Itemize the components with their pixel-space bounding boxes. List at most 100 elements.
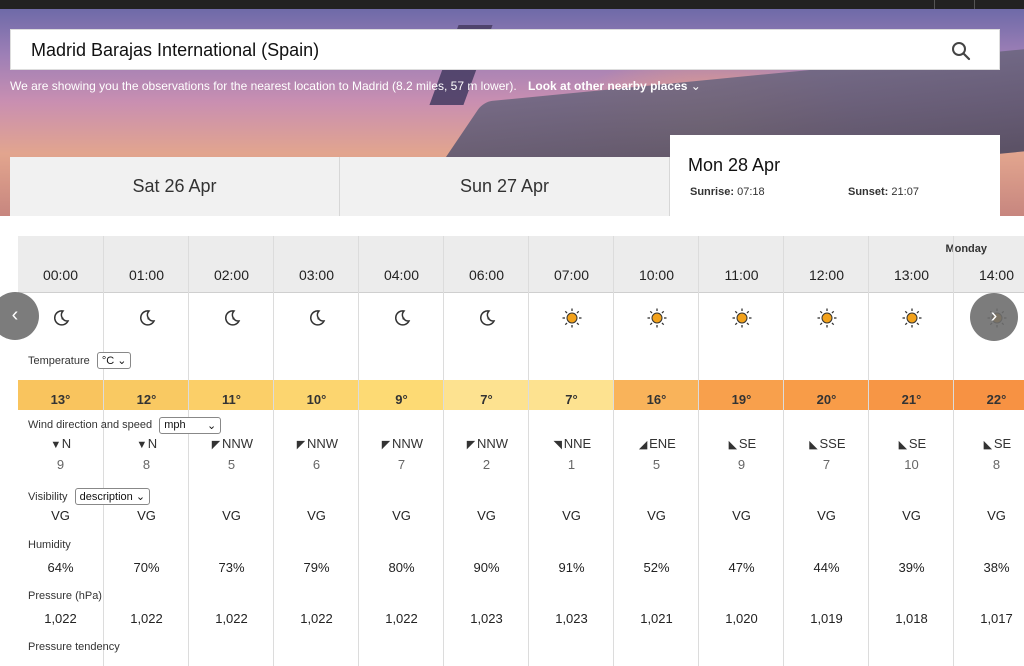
temperature-value: 20° bbox=[816, 392, 837, 407]
search-icon[interactable] bbox=[951, 41, 971, 61]
pressure-value: 1,023 bbox=[470, 611, 503, 626]
temperature-cell: 19° bbox=[699, 380, 784, 410]
pressure-value: 1,017 bbox=[980, 611, 1013, 626]
pressure-value: 1,021 bbox=[640, 611, 673, 626]
humidity-value: 38% bbox=[983, 560, 1010, 575]
wind-speed: 8 bbox=[142, 457, 151, 472]
wind-direction: SE bbox=[738, 436, 757, 451]
temperature-cell: 20° bbox=[784, 380, 869, 410]
sun-icon bbox=[732, 308, 752, 328]
hour-column: 02:00 11° ◤ NNW 5 VG 73% 1,022 bbox=[188, 236, 274, 666]
wind-speed: 9 bbox=[737, 457, 746, 472]
hour-time: 12:00 bbox=[808, 267, 845, 283]
hour-column: 10:00 16° ◢ ENE 5 VG 52% 1,021 bbox=[613, 236, 699, 666]
wind-direction: N bbox=[147, 436, 158, 451]
temperature-cell: 16° bbox=[614, 380, 699, 410]
temperature-cell: 10° bbox=[274, 380, 359, 410]
temperature-value: 7° bbox=[565, 392, 578, 407]
location-search-box[interactable]: Madrid Barajas International (Spain) bbox=[10, 29, 1000, 70]
wind-speed: 1 bbox=[567, 457, 576, 472]
temperature-value: 11° bbox=[222, 392, 241, 407]
wind-cell: ◣ SE 10 bbox=[869, 436, 954, 472]
wind-arrow-icon: ◤ bbox=[211, 439, 221, 451]
top-bar-divider bbox=[934, 0, 935, 9]
temperature-cell: 21° bbox=[869, 380, 954, 410]
day-tab-label: Mon 28 Apr bbox=[688, 155, 781, 175]
humidity-value: 44% bbox=[813, 560, 840, 575]
chevron-down-icon: ⌄ bbox=[117, 355, 127, 367]
sunrise-time: 07:18 bbox=[737, 186, 765, 198]
hour-column: 04:00 9° ◤ NNW 7 VG 80% 1,022 bbox=[358, 236, 444, 666]
scroll-right-button[interactable]: › bbox=[970, 293, 1018, 341]
sun-times: Sunrise: 07:18 Sunset: 21:07 bbox=[688, 186, 982, 200]
temperature-cell: 13° bbox=[18, 380, 103, 410]
wind-speed: 2 bbox=[482, 457, 491, 472]
wind-cell: ◤ NNW 2 bbox=[444, 436, 529, 472]
hour-column: 01:00 12° ▼N 8 VG 70% 1,022 bbox=[103, 236, 189, 666]
wind-arrow-icon: ▼ bbox=[50, 439, 62, 451]
wind-speed: 7 bbox=[397, 457, 406, 472]
wind-arrow-icon: ◣ bbox=[728, 439, 738, 451]
temperature-unit-select[interactable]: °C ⌄ bbox=[96, 352, 132, 369]
wind-unit-select[interactable]: mph ⌄ bbox=[159, 417, 222, 434]
chevron-down-icon: ⌄ bbox=[135, 491, 146, 503]
nearby-places-link[interactable]: Look at other nearby places ⌄ bbox=[528, 79, 701, 93]
temperature-value: 21° bbox=[901, 392, 922, 407]
nearest-location-text: We are showing you the observations for … bbox=[10, 79, 517, 93]
wind-arrow-icon: ◥ bbox=[553, 439, 562, 451]
wind-speed: 5 bbox=[652, 457, 661, 472]
wind-cell: ◣ SE 8 bbox=[954, 436, 1024, 472]
visibility-mode-select[interactable]: description ⌄ bbox=[74, 488, 151, 505]
temperature-label: Temperature bbox=[28, 355, 90, 367]
humidity-value: 73% bbox=[218, 560, 245, 575]
temperature-cell: 9° bbox=[359, 380, 444, 410]
visibility-label: Visibility bbox=[28, 491, 68, 503]
humidity-value: 47% bbox=[728, 560, 755, 575]
pressure-value: 1,022 bbox=[385, 611, 418, 626]
sun-icon bbox=[902, 308, 922, 328]
wind-speed: 10 bbox=[904, 457, 919, 472]
chevron-left-icon: ‹ bbox=[11, 304, 19, 326]
hour-column: 06:00 7° ◤ NNW 2 VG 90% 1,023 bbox=[443, 236, 529, 666]
humidity-value: 79% bbox=[303, 560, 330, 575]
location-search-input[interactable]: Madrid Barajas International (Spain) bbox=[31, 40, 319, 61]
day-tab-sat[interactable]: Sat 26 Apr bbox=[10, 157, 340, 216]
visibility-value: VG bbox=[817, 508, 836, 523]
sunset-label: Sunset: bbox=[848, 186, 889, 198]
wind-cell: ▼N 8 bbox=[104, 436, 189, 472]
sunset: Sunset: 21:07 bbox=[848, 186, 919, 198]
wind-speed: 6 bbox=[312, 457, 321, 472]
temperature-value: 16° bbox=[646, 392, 667, 407]
wind-cell: ▼N 9 bbox=[18, 436, 103, 472]
hour-time: 13:00 bbox=[893, 267, 930, 283]
nearby-places-link-label: Look at other nearby places bbox=[528, 79, 688, 93]
visibility-value: VG bbox=[987, 508, 1006, 523]
pressure-value: 1,020 bbox=[725, 611, 758, 626]
wind-direction: SSE bbox=[819, 436, 846, 451]
pressure-value: 1,022 bbox=[130, 611, 163, 626]
wind-arrow-icon: ◢ bbox=[638, 439, 648, 451]
hour-column: 12:00 20° ◣ SSE 7 VG 44% 1,019 bbox=[783, 236, 869, 666]
sunrise-label: Sunrise: bbox=[690, 186, 735, 198]
visibility-value: VG bbox=[392, 508, 411, 523]
chevron-down-icon: ⌄ bbox=[206, 420, 217, 432]
humidity-value: 91% bbox=[558, 560, 585, 575]
wind-arrow-icon: ◤ bbox=[381, 439, 391, 451]
wind-speed: 8 bbox=[992, 457, 1001, 472]
moon-icon bbox=[392, 308, 412, 328]
wind-direction: SE bbox=[993, 436, 1012, 451]
wind-row-label: Wind direction and speed mph ⌄ bbox=[28, 417, 222, 434]
hourly-forecast-table: Monday 00:00 13° ▼N 9 VG 64% 1,022 01:00 12° ▼N 8 V… bbox=[18, 236, 1024, 666]
wind-unit-value: mph bbox=[164, 419, 186, 431]
visibility-value: VG bbox=[732, 508, 751, 523]
temperature-value: 12° bbox=[136, 392, 157, 407]
day-tab-sun[interactable]: Sun 27 Apr bbox=[340, 157, 670, 216]
pressure-value: 1,019 bbox=[810, 611, 843, 626]
hour-time: 14:00 bbox=[978, 267, 1015, 283]
wind-cell: ◣ SSE 7 bbox=[784, 436, 869, 472]
day-tab-mon[interactable]: Mon 28 Apr Sunrise: 07:18 Sunset: 21:07 bbox=[670, 135, 1000, 216]
chevron-down-icon: ⌄ bbox=[690, 79, 701, 93]
temperature-row-label: Temperature °C ⌄ bbox=[28, 352, 132, 369]
visibility-value: VG bbox=[562, 508, 581, 523]
humidity-value: 80% bbox=[388, 560, 415, 575]
